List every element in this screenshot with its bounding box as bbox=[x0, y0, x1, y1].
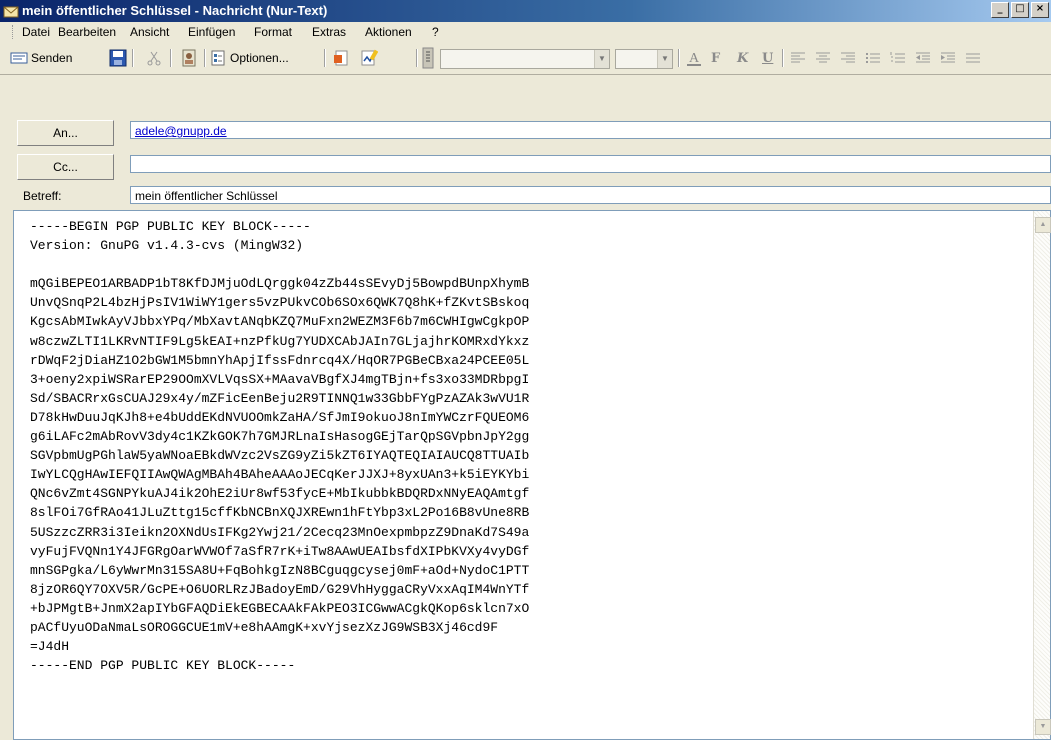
align-right-icon bbox=[841, 52, 855, 63]
font-color-button[interactable]: A bbox=[686, 47, 702, 69]
send-button[interactable]: Senden bbox=[10, 47, 72, 69]
cc-button[interactable]: Cc... bbox=[17, 154, 114, 180]
scroll-up-arrow[interactable]: ▲ bbox=[1035, 217, 1051, 233]
attach-file-button[interactable] bbox=[332, 47, 350, 69]
menu-format[interactable]: Format bbox=[254, 25, 292, 39]
align-right-button[interactable] bbox=[840, 47, 856, 69]
subject-label: Betreff: bbox=[23, 189, 62, 203]
menu-help[interactable]: ? bbox=[432, 25, 439, 39]
save-button[interactable] bbox=[109, 47, 127, 69]
message-body[interactable]: -----BEGIN PGP PUBLIC KEY BLOCK----- Ver… bbox=[13, 210, 1051, 740]
increase-indent-button[interactable] bbox=[940, 47, 956, 69]
message-line: mQGiBEPEO1ARBADP1bT8KfDJMjuOdLQrggk04zZb… bbox=[30, 276, 530, 292]
message-line: -----BEGIN PGP PUBLIC KEY BLOCK----- bbox=[30, 219, 311, 234]
bullet-list-icon bbox=[866, 53, 880, 63]
signature-button[interactable] bbox=[360, 47, 378, 69]
scissors-icon bbox=[147, 51, 161, 66]
menu-einfuegen[interactable]: Einfügen bbox=[188, 25, 235, 39]
message-line: pACfUyuODaNmaLsOROGGCUE1mV+e8hAAmgK+xvYj… bbox=[30, 619, 499, 635]
message-line: Version: GnuPG v1.4.3-cvs (MingW32) bbox=[30, 238, 304, 254]
to-field[interactable]: adele@gnupp.de bbox=[130, 121, 1051, 139]
send-icon bbox=[10, 52, 28, 64]
bold-button[interactable]: F bbox=[711, 51, 720, 66]
send-label: Senden bbox=[31, 51, 73, 65]
signature-icon bbox=[361, 49, 378, 66]
chevron-down-icon[interactable]: ▼ bbox=[594, 50, 609, 68]
message-line: w8czwZLTI1LKRvNTIF9Lg5kEAI+nzPfkUg7YUDXC… bbox=[30, 333, 530, 349]
options-icon bbox=[211, 50, 225, 66]
align-center-icon bbox=[816, 52, 830, 63]
options-button[interactable]: Optionen... bbox=[210, 47, 289, 69]
italic-button[interactable]: K bbox=[737, 51, 748, 66]
attach-file-icon bbox=[334, 50, 348, 66]
align-left-button[interactable] bbox=[790, 47, 806, 69]
minimize-button[interactable]: _ bbox=[991, 2, 1009, 18]
close-button[interactable]: × bbox=[1031, 2, 1049, 18]
message-text[interactable]: -----BEGIN PGP PUBLIC KEY BLOCK----- Ver… bbox=[30, 217, 529, 675]
message-line: 8slFOi7GfRAo41JLuZttg15cffKbNCBnXQJXREwn… bbox=[30, 505, 530, 521]
subject-field[interactable]: mein öffentlicher Schlüssel bbox=[130, 186, 1051, 204]
menu-extras[interactable]: Extras bbox=[312, 25, 346, 39]
cc-field[interactable] bbox=[130, 155, 1051, 173]
message-line: 5USzzcZRR3i3Ieikn2OXNdUsIFKg2Ywj21/2Cecq… bbox=[30, 524, 530, 540]
message-line: +bJPMgtB+JnmX2apIYbGFAQDiEkEGBECAAkFAkPE… bbox=[30, 600, 530, 616]
address-book-button[interactable] bbox=[180, 47, 198, 69]
menu-aktionen[interactable]: Aktionen bbox=[365, 25, 412, 39]
window-title: mein öffentlicher Schlüssel - Nachricht … bbox=[22, 3, 328, 18]
to-button[interactable]: An... bbox=[17, 120, 114, 146]
align-left-icon bbox=[791, 52, 805, 63]
address-book-icon bbox=[182, 49, 196, 67]
message-line: 8jzOR6QY7OXV5R/GcPE+O6UORLRzJBadoyEmD/G2… bbox=[30, 581, 530, 597]
message-line: Sd/SBACRrxGsCUAJ29x4y/mZFicEenBeju2R9TIN… bbox=[30, 390, 530, 406]
message-line: -----END PGP PUBLIC KEY BLOCK----- bbox=[30, 658, 296, 674]
increase-indent-icon bbox=[941, 52, 955, 63]
toolbar-grip[interactable] bbox=[422, 47, 434, 69]
underline-button[interactable]: U bbox=[762, 51, 773, 66]
grip-icon bbox=[422, 47, 434, 69]
horizontal-line-button[interactable] bbox=[965, 47, 981, 69]
align-center-button[interactable] bbox=[815, 47, 831, 69]
font-color-icon: A bbox=[687, 51, 701, 66]
message-line: UnvQSnqP2L4bzHjPsIV1WiWY1gers5vzPUkvCOb6… bbox=[30, 295, 530, 311]
svg-text:A: A bbox=[689, 51, 700, 66]
font-size-combo[interactable]: ▼ bbox=[615, 49, 673, 69]
numbered-list-button[interactable] bbox=[890, 47, 906, 69]
decrease-indent-button[interactable] bbox=[915, 47, 931, 69]
menu-ansicht[interactable]: Ansicht bbox=[130, 25, 169, 39]
message-line: SGVpbmUgPGhlaW5yaWNoaEBkdWVzc2VsZG9yZi5k… bbox=[30, 448, 530, 464]
toolbar: Senden Optionen... ▼ ▼ A F K U bbox=[0, 42, 1051, 75]
menubar-grip[interactable] bbox=[12, 25, 16, 39]
bullet-list-button[interactable] bbox=[865, 47, 881, 69]
message-line: IwYLCQgHAwIEFQIIAwQWAgMBAh4BAheAAAoJECqK… bbox=[30, 467, 530, 483]
message-line: vyFujFVQNn1Y4JFGRgOarWVWOf7aSfR7rK+iTw8A… bbox=[30, 543, 530, 559]
message-line: D78kHwDuuJqKJh8+e4bUddEKdNVUOOmkZaHA/SfJ… bbox=[30, 409, 530, 425]
title-bar: mein öffentlicher Schlüssel - Nachricht … bbox=[0, 0, 1051, 22]
decrease-indent-icon bbox=[916, 52, 930, 63]
scroll-down-arrow[interactable]: ▼ bbox=[1035, 719, 1051, 735]
numbered-list-icon bbox=[890, 52, 905, 63]
maximize-button[interactable]: □ bbox=[1011, 2, 1029, 18]
cut-button[interactable] bbox=[146, 47, 162, 69]
chevron-down-icon[interactable]: ▼ bbox=[657, 50, 672, 68]
message-line: rDWqF2jDiaHZ1O2bGW1M5bmnYhApjIfssFdnrcq4… bbox=[30, 352, 530, 368]
horizontal-line-icon bbox=[966, 53, 980, 63]
message-line: 3+oeny2xpiWSRarEP29OOmXVLVqsSX+MAavaVBgf… bbox=[30, 371, 530, 387]
menu-bar: Datei Bearbeiten Ansicht Einfügen Format… bbox=[0, 22, 1051, 42]
envelope-icon bbox=[3, 6, 19, 18]
message-line: =J4dH bbox=[30, 639, 70, 655]
options-label: Optionen... bbox=[230, 51, 289, 65]
message-line: KgcsAbMIwkAyVJbbxYPq/MbXavtANqbKZQ7MuFxn… bbox=[30, 314, 530, 330]
vertical-scrollbar[interactable]: ▲ ▼ bbox=[1033, 211, 1051, 739]
message-line: g6iLAFc2mAbRovV3dy4c1KZkGOK7h7GMJRLnaIsH… bbox=[30, 429, 530, 445]
message-line: QNc6vZmt4SGNPYkuAJ4ik2OhE2iUr8wf53fycE+M… bbox=[30, 486, 530, 502]
message-line: mnSGPgka/L6yWwrMn315SA8U+FqBohkgIzN8BCgu… bbox=[30, 562, 530, 578]
font-name-combo[interactable]: ▼ bbox=[440, 49, 610, 69]
menu-datei[interactable]: Datei bbox=[22, 25, 50, 39]
menu-bearbeiten[interactable]: Bearbeiten bbox=[58, 25, 116, 39]
save-icon bbox=[109, 49, 127, 67]
